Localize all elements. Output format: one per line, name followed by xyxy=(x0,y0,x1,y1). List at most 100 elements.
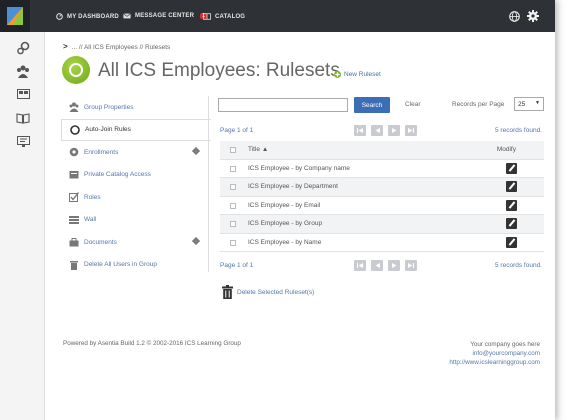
edit-icon[interactable] xyxy=(506,236,517,248)
catalog-label: CATALOG xyxy=(215,13,246,20)
gear-icon[interactable] xyxy=(527,10,539,22)
nav-wall[interactable]: Wall xyxy=(61,209,209,232)
next-page-icon xyxy=(391,128,396,133)
first-page-button[interactable] xyxy=(354,260,366,271)
page-indicator: Page 1 of 1 xyxy=(220,127,254,134)
breadcrumb-arrow: > xyxy=(63,42,68,51)
edit-icon[interactable] xyxy=(506,162,517,174)
rail-courses-button[interactable] xyxy=(14,86,32,102)
dashboard-icon xyxy=(56,13,63,20)
first-page-button[interactable] xyxy=(354,125,366,136)
rail-library-button[interactable] xyxy=(14,110,32,126)
nav-private-catalog-access[interactable]: Private Catalog Access xyxy=(61,164,209,187)
rulesets-table: Title ▲ Modify ICS Employee - by Company… xyxy=(220,141,544,252)
catalog-icon xyxy=(203,13,211,20)
last-page-button[interactable] xyxy=(405,260,417,271)
ruleset-title: ICS Employee - by Email xyxy=(248,201,321,209)
search-button[interactable]: Search xyxy=(354,97,390,113)
company-url[interactable]: http://www.icslearninggroup.com xyxy=(340,358,540,367)
next-page-icon xyxy=(391,263,396,268)
rail-settings-button[interactable] xyxy=(14,40,32,56)
ruleset-title: ICS Employee - by Company name xyxy=(248,164,350,172)
catalog-icon xyxy=(68,169,79,180)
chevron-down-icon: ▼ xyxy=(535,100,540,106)
table-header-row: Title ▲ Modify xyxy=(220,141,544,160)
new-ruleset-label: New Ruleset xyxy=(344,71,381,78)
nav-documents[interactable]: Documents xyxy=(61,231,209,254)
title-column-header[interactable]: Title ▲ xyxy=(248,146,268,153)
last-page-icon xyxy=(408,263,414,268)
rail-users-button[interactable] xyxy=(14,63,32,79)
pager-top: Page 1 of 1 5 records found. xyxy=(220,125,542,137)
new-ruleset-link[interactable]: New Ruleset xyxy=(334,71,381,78)
table-row: ICS Employee - by Department xyxy=(220,178,544,197)
table-row: ICS Employee - by Company name xyxy=(220,160,544,178)
company-name: Your company goes here xyxy=(470,341,540,348)
nav-roles[interactable]: Roles xyxy=(61,186,209,209)
trash-icon xyxy=(222,285,233,299)
edit-icon[interactable] xyxy=(506,218,517,229)
pager-bottom: Page 1 of 1 5 records found. xyxy=(220,260,542,272)
page-title: All ICS Employees: Rulesets xyxy=(98,60,340,81)
monitor-icon xyxy=(16,135,30,147)
ruleset-title: ICS Employee - by Name xyxy=(248,238,322,246)
my-dashboard-link[interactable]: MY DASHBOARD xyxy=(56,13,119,20)
nav-label: Private Catalog Access xyxy=(84,171,151,179)
row-checkbox[interactable] xyxy=(230,239,236,246)
prev-page-button[interactable] xyxy=(371,260,383,271)
nav-label: Wall xyxy=(84,216,97,224)
records-per-page-label: Records per Page xyxy=(452,101,505,108)
last-page-button[interactable] xyxy=(405,125,417,136)
ruleset-title: ICS Employee - by Group xyxy=(248,220,323,227)
group-icon xyxy=(68,102,79,113)
edit-icon[interactable] xyxy=(506,181,517,192)
page-indicator: Page 1 of 1 xyxy=(220,262,254,269)
app-logo[interactable] xyxy=(0,0,30,32)
search-input[interactable] xyxy=(218,98,348,112)
edit-icon[interactable] xyxy=(506,199,517,211)
breadcrumb: > ... // All ICS Employees // Rulesets xyxy=(63,42,170,51)
nav-delete-all-users[interactable]: Delete All Users in Group xyxy=(61,254,209,277)
documents-settings-icon[interactable] xyxy=(192,237,200,245)
nav-group-properties[interactable]: Group Properties xyxy=(61,96,209,119)
row-checkbox[interactable] xyxy=(230,184,236,190)
top-bar: MY DASHBOARD MESSAGE CENTER 1 CATALOG xyxy=(0,0,555,32)
app-window: MY DASHBOARD MESSAGE CENTER 1 CATALOG > … xyxy=(0,0,555,420)
next-page-button[interactable] xyxy=(388,260,400,271)
next-page-button[interactable] xyxy=(388,125,400,136)
first-page-icon xyxy=(357,263,363,268)
nav-enrollments[interactable]: Enrollments xyxy=(61,141,209,164)
select-all-checkbox[interactable] xyxy=(230,147,236,153)
catalog-link[interactable]: CATALOG xyxy=(203,13,245,20)
auto-join-icon xyxy=(69,124,80,135)
breadcrumb-trail[interactable]: ... // All ICS Employees // Rulesets xyxy=(72,44,171,51)
first-page-icon xyxy=(357,128,363,133)
nav-auto-join-rules[interactable]: Auto-Join Rules xyxy=(61,118,211,141)
records-found: 5 records found. xyxy=(495,127,542,134)
nav-label: Roles xyxy=(84,193,101,201)
clear-button[interactable]: Clear xyxy=(405,101,421,108)
globe-icon[interactable] xyxy=(509,11,520,22)
company-email[interactable]: info@yourcompany.com xyxy=(340,349,540,358)
row-checkbox[interactable] xyxy=(230,221,236,227)
nav-label: Delete All Users in Group xyxy=(84,261,157,269)
records-per-page-select[interactable]: 25 ▼ xyxy=(514,97,544,111)
documents-icon xyxy=(68,237,79,248)
users-icon xyxy=(17,65,29,78)
prev-page-button[interactable] xyxy=(371,125,383,136)
roles-icon xyxy=(68,192,79,203)
row-checkbox[interactable] xyxy=(230,165,236,172)
delete-selected-label: Delete Selected Ruleset(s) xyxy=(237,288,315,296)
message-center-link[interactable]: MESSAGE CENTER 1 xyxy=(123,13,208,19)
grid-card-icon xyxy=(16,89,30,99)
row-checkbox[interactable] xyxy=(230,202,236,209)
message-center-label: MESSAGE CENTER xyxy=(135,13,195,19)
table-row: ICS Employee - by Name xyxy=(220,234,544,252)
cogs-icon xyxy=(17,41,30,55)
left-rail xyxy=(0,32,45,420)
delete-selected-button[interactable]: Delete Selected Ruleset(s) xyxy=(222,285,314,299)
last-page-icon xyxy=(408,128,414,133)
enrollments-settings-icon[interactable] xyxy=(192,147,200,155)
rail-reports-button[interactable] xyxy=(14,133,32,149)
ruleset-title: ICS Employee - by Department xyxy=(248,183,338,190)
